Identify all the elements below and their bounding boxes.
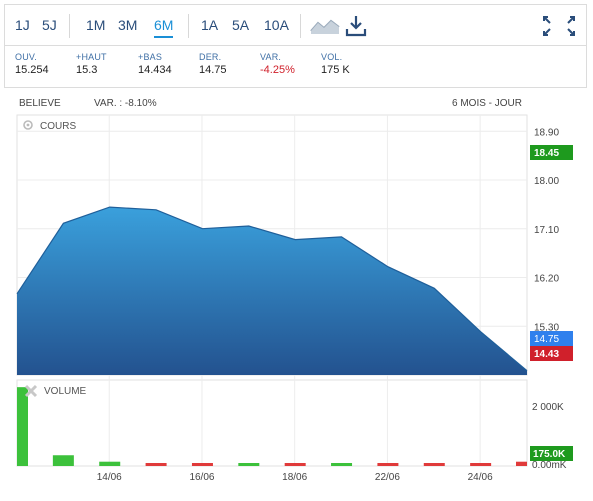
- volume-bar: [516, 461, 527, 466]
- volume-badge-text: 175.0K: [533, 449, 566, 460]
- volume-bar: [423, 463, 445, 466]
- volume-tick-label: 2 000K: [532, 402, 564, 413]
- price-tick-label: 17.10: [534, 225, 559, 236]
- high-badge-text: 18.45: [534, 148, 559, 159]
- volume-bar: [331, 463, 353, 466]
- volume-bar: [191, 463, 213, 466]
- price-tick-label: 16.20: [534, 274, 559, 285]
- low-badge-text: 14.43: [534, 349, 559, 360]
- volume-bars: [17, 387, 527, 466]
- volume-bar: [238, 463, 260, 466]
- last-price-badge: 14.75: [530, 331, 573, 346]
- volume-bar: [470, 463, 492, 466]
- last-price-badge-text: 14.75: [534, 334, 559, 345]
- price-tick-label: 18.90: [534, 127, 559, 138]
- price-panel-label: COURS: [40, 121, 76, 132]
- date-tick-label: 14/06: [97, 472, 122, 483]
- volume-bar: [145, 463, 167, 466]
- volume-panel-label: VOLUME: [44, 386, 87, 397]
- volume-bar: [17, 387, 28, 466]
- low-badge: 14.43: [530, 346, 573, 361]
- date-tick-label: 16/06: [189, 472, 214, 483]
- volume-panel-frame: [16, 379, 528, 467]
- volume-tick-label: 0.00mK: [532, 460, 567, 471]
- volume-badge: 175.0K: [530, 446, 573, 461]
- gear-icon[interactable]: [23, 120, 33, 130]
- price-tick-label: 18.00: [534, 176, 559, 187]
- date-tick-label: 22/06: [375, 472, 400, 483]
- volume-bar: [99, 461, 121, 466]
- high-badge: 18.45: [530, 145, 573, 160]
- volume-bar: [284, 463, 306, 466]
- volume-bar: [52, 455, 74, 466]
- date-tick-label: 18/06: [282, 472, 307, 483]
- price-chart[interactable]: 18.9018.0017.1016.2015.30 14/06 16/06 18/0…: [0, 0, 593, 501]
- date-tick-label: 24/06: [468, 472, 493, 483]
- volume-bar: [377, 463, 399, 466]
- date-axis: 14/06 16/06 18/06 22/06 24/06: [97, 472, 493, 483]
